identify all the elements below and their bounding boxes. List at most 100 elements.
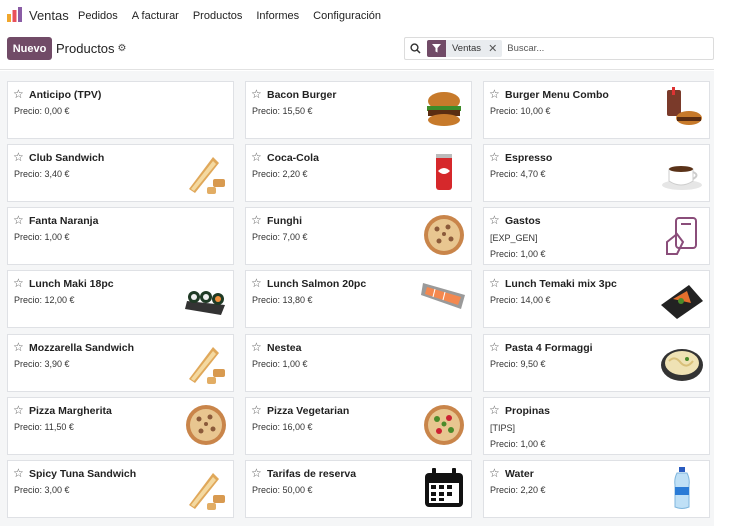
star-icon[interactable]: ☆ (489, 87, 500, 101)
search-input[interactable] (507, 43, 628, 54)
search-icon[interactable] (405, 38, 425, 59)
product-card[interactable]: ☆ Nestea Precio: 1,00 € (245, 334, 472, 392)
product-price: Precio: 3,90 € (14, 359, 70, 369)
facet-label: Ventas (452, 43, 482, 54)
product-price: Precio: 0,00 € (14, 106, 70, 116)
star-icon[interactable]: ☆ (251, 150, 262, 164)
gear-icon[interactable]: ⚙ (118, 43, 127, 54)
star-icon[interactable]: ☆ (13, 87, 24, 101)
product-card[interactable]: ☆ Pasta 4 Formaggi Precio: 9,50 € (483, 334, 710, 392)
product-name: Nestea (267, 342, 302, 354)
menu-item-a-facturar[interactable]: A facturar (132, 10, 179, 22)
menu-item-pedidos[interactable]: Pedidos (78, 10, 118, 22)
product-card[interactable]: ☆ Tarifas de reserva Precio: 50,00 € (245, 460, 472, 518)
product-card[interactable]: ☆ Funghi Precio: 7,00 € (245, 207, 472, 265)
star-icon[interactable]: ☆ (13, 466, 24, 480)
product-name: Anticipo (TPV) (29, 89, 102, 101)
pizza-icon (424, 215, 464, 255)
main-menu: Pedidos A facturar Productos Informes Co… (78, 10, 395, 22)
star-icon[interactable]: ☆ (251, 403, 262, 417)
product-card[interactable]: ☆ Pizza Vegetarian Precio: 16,00 € (245, 397, 472, 455)
product-price: Precio: 16,00 € (252, 422, 313, 432)
star-icon[interactable]: ☆ (13, 213, 24, 227)
product-card[interactable]: ☆ Water Precio: 2,20 € (483, 460, 710, 518)
product-name: Lunch Temaki mix 3pc (505, 278, 617, 290)
product-name: Tarifas de reserva (267, 468, 357, 480)
breadcrumb: Productos ⚙ (56, 41, 127, 56)
product-card[interactable]: ☆ Lunch Temaki mix 3pc Precio: 14,00 € (483, 270, 710, 328)
menu-item-configuracion[interactable]: Configuración (313, 10, 381, 22)
menu-item-productos[interactable]: Productos (193, 10, 243, 22)
star-icon[interactable]: ☆ (489, 340, 500, 354)
product-price: Precio: 3,40 € (14, 169, 70, 179)
product-price: Precio: 14,00 € (490, 295, 551, 305)
product-card[interactable]: ☆ Burger Menu Combo Precio: 10,00 € (483, 81, 710, 139)
product-card[interactable]: ☆ Mozzarella Sandwich Precio: 3,90 € (7, 334, 234, 392)
star-icon[interactable]: ☆ (13, 150, 24, 164)
star-icon[interactable]: ☆ (13, 403, 24, 417)
product-card[interactable]: ☆ Coca-Cola Precio: 2,20 € (245, 144, 472, 202)
product-name: Mozzarella Sandwich (29, 342, 135, 354)
pizza-veg-icon (424, 405, 464, 445)
star-icon[interactable]: ☆ (489, 276, 500, 290)
product-price: Precio: 4,70 € (490, 169, 546, 179)
can-icon (436, 154, 452, 190)
product-name: Funghi (267, 215, 302, 227)
star-icon[interactable]: ☆ (13, 340, 24, 354)
product-price: Precio: 3,00 € (14, 485, 70, 495)
product-card[interactable]: ☆ Club Sandwich Precio: 3,40 € (7, 144, 234, 202)
menu-item-informes[interactable]: Informes (256, 10, 299, 22)
star-icon[interactable]: ☆ (251, 213, 262, 227)
star-icon[interactable]: ☆ (251, 276, 262, 290)
product-price: Precio: 2,20 € (490, 485, 546, 495)
product-card[interactable]: ☆ Espresso Precio: 4,70 € (483, 144, 710, 202)
product-price: Precio: 12,00 € (14, 295, 75, 305)
product-name: Espresso (505, 152, 553, 164)
product-card[interactable]: ☆ Bacon Burger Precio: 15,50 € (245, 81, 472, 139)
star-icon[interactable]: ☆ (489, 466, 500, 480)
pasta-icon (661, 349, 703, 381)
product-name: Spicy Tuna Sandwich (29, 468, 137, 480)
product-name: Coca-Cola (267, 152, 319, 164)
search-facet: Ventas ✕ (427, 40, 503, 57)
divider (0, 69, 714, 70)
product-name: Bacon Burger (267, 89, 337, 101)
product-card[interactable]: ☆ Anticipo (TPV) Precio: 0,00 € (7, 81, 234, 139)
product-name: Propinas (505, 405, 550, 417)
maki-icon (185, 291, 225, 315)
sales-app-icon[interactable] (6, 6, 23, 23)
product-price: Precio: 1,00 € (490, 249, 546, 259)
product-card[interactable]: ☆ Propinas [TIPS] Precio: 1,00 € (483, 397, 710, 455)
product-price: Precio: 15,50 € (252, 106, 313, 116)
product-code: [TIPS] (490, 423, 516, 433)
product-card[interactable]: ☆ Gastos [EXP_GEN] Precio: 1,00 € (483, 207, 710, 265)
product-price: Precio: 9,50 € (490, 359, 546, 369)
expense-icon (666, 217, 697, 255)
product-card[interactable]: ☆ Pizza Margherita Precio: 11,50 € (7, 397, 234, 455)
product-card[interactable]: ☆ Fanta Naranja Precio: 1,00 € (7, 207, 234, 265)
product-card[interactable]: ☆ Lunch Salmon 20pc Precio: 13,80 € (245, 270, 472, 328)
product-card[interactable]: ☆ Spicy Tuna Sandwich Precio: 3,00 € (7, 460, 234, 518)
sandwich-icon (189, 473, 225, 510)
product-price: Precio: 1,00 € (14, 232, 70, 242)
product-name: Gastos (505, 215, 541, 227)
combo-icon (667, 87, 702, 125)
star-icon[interactable]: ☆ (489, 150, 500, 164)
app-name[interactable]: Ventas (29, 8, 69, 23)
product-name: Fanta Naranja (29, 215, 99, 227)
kanban-board: ☆ Anticipo (TPV) Precio: 0,00 € ☆ Bacon Burg… (0, 71, 714, 526)
star-icon[interactable]: ☆ (251, 87, 262, 101)
close-icon[interactable]: ✕ (488, 42, 497, 55)
new-button[interactable]: Nuevo (7, 37, 52, 60)
bottle-icon (674, 467, 690, 509)
product-name: Club Sandwich (29, 152, 105, 164)
star-icon[interactable]: ☆ (251, 466, 262, 480)
star-icon[interactable]: ☆ (251, 340, 262, 354)
star-icon[interactable]: ☆ (13, 276, 24, 290)
product-name: Pizza Margherita (29, 405, 112, 417)
product-price: Precio: 2,20 € (252, 169, 308, 179)
star-icon[interactable]: ☆ (489, 403, 500, 417)
star-icon[interactable]: ☆ (489, 213, 500, 227)
product-card[interactable]: ☆ Lunch Maki 18pc Precio: 12,00 € (7, 270, 234, 328)
coffee-icon (662, 166, 702, 190)
